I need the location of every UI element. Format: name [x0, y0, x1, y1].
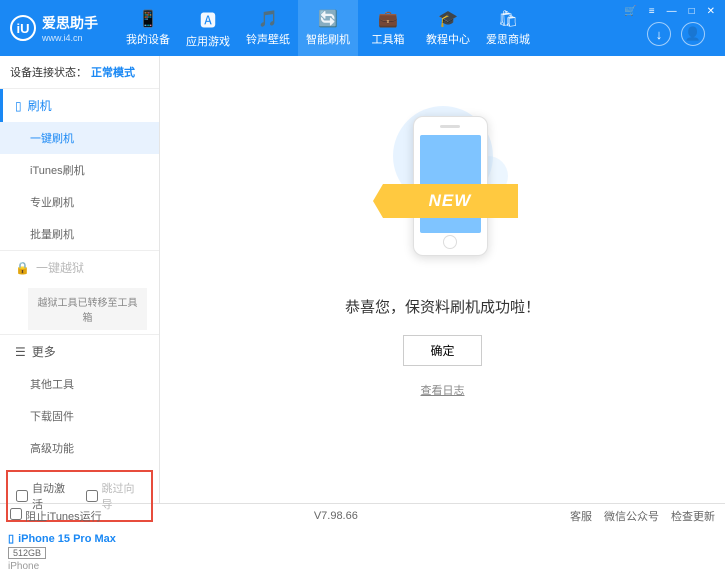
app-logo: iU 爱思助手 www.i4.cn: [10, 13, 98, 43]
device-storage: 512GB: [8, 547, 46, 559]
menu-icon[interactable]: ≡: [645, 4, 659, 19]
app-header: iU 爱思助手 www.i4.cn 📱我的设备🅰应用游戏🎵铃声壁纸🔄智能刷机💼工…: [0, 0, 725, 56]
view-log-link[interactable]: 查看日志: [421, 382, 465, 398]
block-itunes-checkbox[interactable]: 阻止iTunes运行: [10, 508, 102, 524]
app-url: www.i4.cn: [42, 33, 98, 43]
nav-icon: 💼: [378, 9, 398, 29]
sidebar-section-flash[interactable]: ▯ 刷机: [0, 89, 159, 122]
connection-status: 设备连接状态： 正常模式: [0, 56, 159, 88]
sidebar-item-flash-2[interactable]: 专业刷机: [0, 186, 159, 218]
sidebar-section-jailbreak: 🔒 一键越狱: [0, 251, 159, 284]
footer-link-0[interactable]: 客服: [570, 508, 592, 524]
device-icon: ▯: [8, 532, 14, 545]
nav-1[interactable]: 🅰应用游戏: [178, 0, 238, 56]
footer-link-1[interactable]: 微信公众号: [604, 508, 659, 524]
nav-icon: 🛍: [498, 9, 518, 29]
ok-button[interactable]: 确定: [403, 335, 481, 366]
nav-4[interactable]: 💼工具箱: [358, 0, 418, 56]
main-nav: 📱我的设备🅰应用游戏🎵铃声壁纸🔄智能刷机💼工具箱🎓教程中心🛍爱思商城: [118, 0, 538, 56]
nav-2[interactable]: 🎵铃声壁纸: [238, 0, 298, 56]
user-button[interactable]: 👤: [681, 22, 705, 46]
sidebar-item-flash-0[interactable]: 一键刷机: [0, 122, 159, 154]
sidebar: 设备连接状态： 正常模式 ▯ 刷机 一键刷机iTunes刷机专业刷机批量刷机 🔒…: [0, 56, 160, 503]
success-illustration: NEW: [373, 96, 513, 276]
nav-icon: 🎓: [438, 9, 458, 29]
jailbreak-note: 越狱工具已转移至工具箱: [28, 288, 147, 330]
cart-icon[interactable]: 🛒: [620, 4, 640, 19]
lock-icon: 🔒: [15, 261, 30, 275]
nav-icon: 🎵: [258, 9, 278, 29]
main-content: NEW 恭喜您，保资料刷机成功啦！ 确定 查看日志: [160, 56, 725, 503]
maximize-button[interactable]: □: [685, 4, 699, 19]
window-controls: 🛒 ≡ — □ ✕: [620, 4, 719, 19]
app-name: 爱思助手: [42, 13, 98, 33]
sidebar-item-flash-3[interactable]: 批量刷机: [0, 218, 159, 250]
version-label: V7.98.66: [314, 510, 358, 522]
nav-icon: 🔄: [318, 9, 338, 29]
download-button[interactable]: ↓: [647, 22, 671, 46]
sidebar-item-more-1[interactable]: 下载固件: [0, 400, 159, 432]
device-info[interactable]: ▯ iPhone 15 Pro Max 512GB iPhone: [8, 532, 151, 572]
status-value: 正常模式: [91, 64, 135, 80]
nav-icon: 🅰: [200, 7, 216, 31]
nav-6[interactable]: 🛍爱思商城: [478, 0, 538, 56]
sidebar-section-more[interactable]: ☰ 更多: [0, 335, 159, 368]
success-message: 恭喜您，保资料刷机成功啦！: [345, 296, 540, 317]
minimize-button[interactable]: —: [663, 4, 681, 19]
sidebar-item-more-2[interactable]: 高级功能: [0, 432, 159, 464]
sidebar-item-more-0[interactable]: 其他工具: [0, 368, 159, 400]
list-icon: ☰: [15, 345, 26, 359]
nav-0[interactable]: 📱我的设备: [118, 0, 178, 56]
new-ribbon: NEW: [383, 184, 518, 218]
nav-icon: 📱: [138, 9, 158, 29]
sidebar-item-flash-1[interactable]: iTunes刷机: [0, 154, 159, 186]
phone-icon: ▯: [15, 99, 22, 113]
nav-5[interactable]: 🎓教程中心: [418, 0, 478, 56]
device-name-text: iPhone 15 Pro Max: [18, 533, 116, 545]
device-type: iPhone: [8, 561, 151, 572]
logo-icon: iU: [10, 15, 36, 41]
nav-3[interactable]: 🔄智能刷机: [298, 0, 358, 56]
footer-link-2[interactable]: 检查更新: [671, 508, 715, 524]
close-button[interactable]: ✕: [703, 4, 719, 19]
